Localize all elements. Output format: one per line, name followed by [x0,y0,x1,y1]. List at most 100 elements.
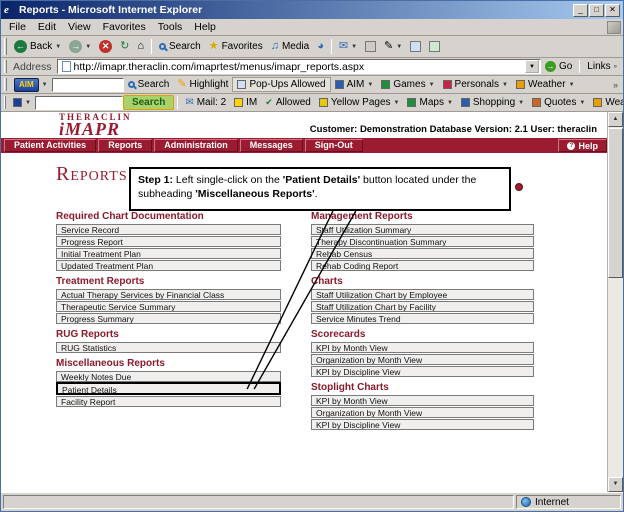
report-button-organization-by-month-view[interactable]: Organization by Month View [311,354,534,365]
menu-view[interactable]: View [62,20,97,34]
media-button[interactable]: ♫ Media [267,40,314,53]
report-button-kpi-by-discipline-view[interactable]: KPI by Discipline View [311,419,534,430]
quickbar-menu-shopping[interactable]: Shopping▼ [457,96,528,109]
report-button-staff-utilization-chart-by-employee[interactable]: Staff Utilization Chart by Employee [311,289,534,300]
quickbar-menu-maps[interactable]: Maps▼ [403,96,456,109]
im-label: IM [246,97,257,108]
aimbar-menu-personals[interactable]: Personals▼ [439,78,512,91]
go-button[interactable]: → Go [541,60,576,73]
report-button-updated-treatment-plan[interactable]: Updated Treatment Plan [56,260,281,271]
scroll-down-button[interactable]: ▼ [608,477,623,492]
menu-help[interactable]: Help [188,20,222,34]
nav-tab-help[interactable]: ? Help [558,139,607,152]
quickbar-menu-quotes[interactable]: Quotes▼ [528,96,589,109]
im-button[interactable]: IM [230,96,261,109]
aim-logo-button[interactable]: AIM ▼ [10,77,52,93]
report-button-initial-treatment-plan[interactable]: Initial Treatment Plan [56,248,281,259]
address-input[interactable] [74,60,525,73]
report-button-organization-by-month-view[interactable]: Organization by Month View [311,407,534,418]
nav-tab-patient-activities[interactable]: Patient Activities [4,139,96,152]
quickbar-menu-weather[interactable]: Weather▼ [589,96,624,109]
menu-file[interactable]: File [3,20,32,34]
report-button-kpi-by-month-view[interactable]: KPI by Month View [311,395,534,406]
toolbar-separator [151,39,152,55]
scrollbar-thumb[interactable] [608,128,623,278]
quickbar-menu-label: Maps [419,97,443,108]
report-button-kpi-by-month-view[interactable]: KPI by Month View [311,342,534,353]
maximize-button[interactable]: □ [589,4,604,17]
toolbar-separator [579,60,580,73]
toolbar-grip[interactable] [4,60,7,74]
toolbar-grip[interactable] [4,96,6,110]
refresh-button[interactable]: ↻ [116,40,133,53]
report-button-weekly-notes-due[interactable]: Weekly Notes Due [56,371,281,382]
nav-tab-sign-out[interactable]: Sign-Out [305,139,363,152]
stop-button[interactable]: ✕ [95,39,116,54]
aimbar-menu-aim[interactable]: AIM▼ [331,78,378,91]
edit-button[interactable]: ✎ ▼ [380,40,406,53]
aimbar-menu-label: Personals [455,79,499,90]
links-label: Links [587,61,610,72]
report-button-therapy-discontinuation-summary[interactable]: Therapy Discontinuation Summary [311,236,534,247]
report-button-progress-report[interactable]: Progress Report [56,236,281,247]
nav-tab-messages[interactable]: Messages [240,139,303,152]
report-button-therapeutic-service-summary[interactable]: Therapeutic Service Summary [56,301,281,312]
weather-icon [516,80,525,89]
mail-button[interactable]: ✉ ▼ [335,40,361,53]
messenger-button[interactable] [425,40,444,53]
report-button-facility-report[interactable]: Facility Report [56,396,281,407]
report-button-staff-utilization-summary[interactable]: Staff Utilization Summary [311,224,534,235]
report-button-service-record[interactable]: Service Record [56,224,281,235]
aim-search-label: Search [138,79,170,90]
forward-icon: → [69,40,82,53]
section-heading-management-reports: Management Reports [311,211,534,222]
home-button[interactable]: ⌂ [133,40,148,53]
back-button[interactable]: ← Back ▼ [10,39,65,54]
scroll-up-button[interactable]: ▲ [608,112,623,127]
quick-search-button[interactable]: Search [123,95,174,110]
popups-allowed-button[interactable]: Pop-Ups Allowed [232,77,330,92]
search-button[interactable]: Search [155,40,205,53]
close-button[interactable]: ✕ [605,4,620,17]
overflow-chevron-icon[interactable]: » [610,80,621,90]
toolbar-grip[interactable] [4,38,7,55]
address-dropdown-button[interactable]: ▼ [525,60,539,73]
report-button-progress-summary[interactable]: Progress Summary [56,313,281,324]
report-button-kpi-by-discipline-view[interactable]: KPI by Discipline View [311,366,534,377]
history-button[interactable]: ◕ [313,40,328,53]
highlight-button[interactable]: ✎ Highlight [173,78,232,91]
nav-tab-administration[interactable]: Administration [154,139,238,152]
toolbar-grip[interactable] [4,78,7,92]
mail-count-button[interactable]: ✉ Mail: 2 [181,96,230,109]
minimize-button[interactable]: _ [573,4,588,17]
vertical-scrollbar[interactable]: ▲ ▼ [607,112,623,492]
allowed-button[interactable]: ✔ Allowed [261,96,315,109]
zone-label: Internet [535,497,569,508]
menu-favorites[interactable]: Favorites [97,20,152,34]
report-button-service-minutes-trend[interactable]: Service Minutes Trend [311,313,534,324]
aimbar-menu-weather[interactable]: Weather▼ [512,78,579,91]
imapr-logo-text: iMAPR [59,122,132,137]
menu-edit[interactable]: Edit [32,20,62,34]
aim-search-input[interactable] [52,78,124,92]
menu-tools[interactable]: Tools [152,20,189,34]
quick-search-input[interactable] [35,96,123,110]
links-button[interactable]: Links » [583,60,621,73]
check-icon: ✔ [265,97,273,108]
forward-button[interactable]: → ▼ [65,39,95,54]
quickbar-menu-yellow-pages[interactable]: Yellow Pages▼ [315,96,404,109]
report-button-rug-statistics[interactable]: RUG Statistics [56,342,281,353]
report-button-staff-utilization-chart-by-facility[interactable]: Staff Utilization Chart by Facility [311,301,534,312]
refresh-icon: ↻ [120,41,129,52]
discuss-button[interactable] [406,40,425,53]
print-button[interactable] [361,40,380,53]
report-button-rehab-census[interactable]: Rehab Census [311,248,534,259]
report-button-rehab-coding-report[interactable]: Rehab Coding Report [311,260,534,271]
favorites-button[interactable]: ★ Favorites [205,40,267,53]
aimbar-menu-games[interactable]: Games▼ [377,78,438,91]
nav-tab-reports[interactable]: Reports [98,139,152,152]
aim-search-button[interactable]: Search [124,78,174,91]
report-button-actual-therapy-services-by-financial-class[interactable]: Actual Therapy Services by Financial Cla… [56,289,281,300]
report-button-patient-details[interactable]: Patient Details [56,382,281,395]
aol-menu-button[interactable]: ▼ [9,97,35,108]
